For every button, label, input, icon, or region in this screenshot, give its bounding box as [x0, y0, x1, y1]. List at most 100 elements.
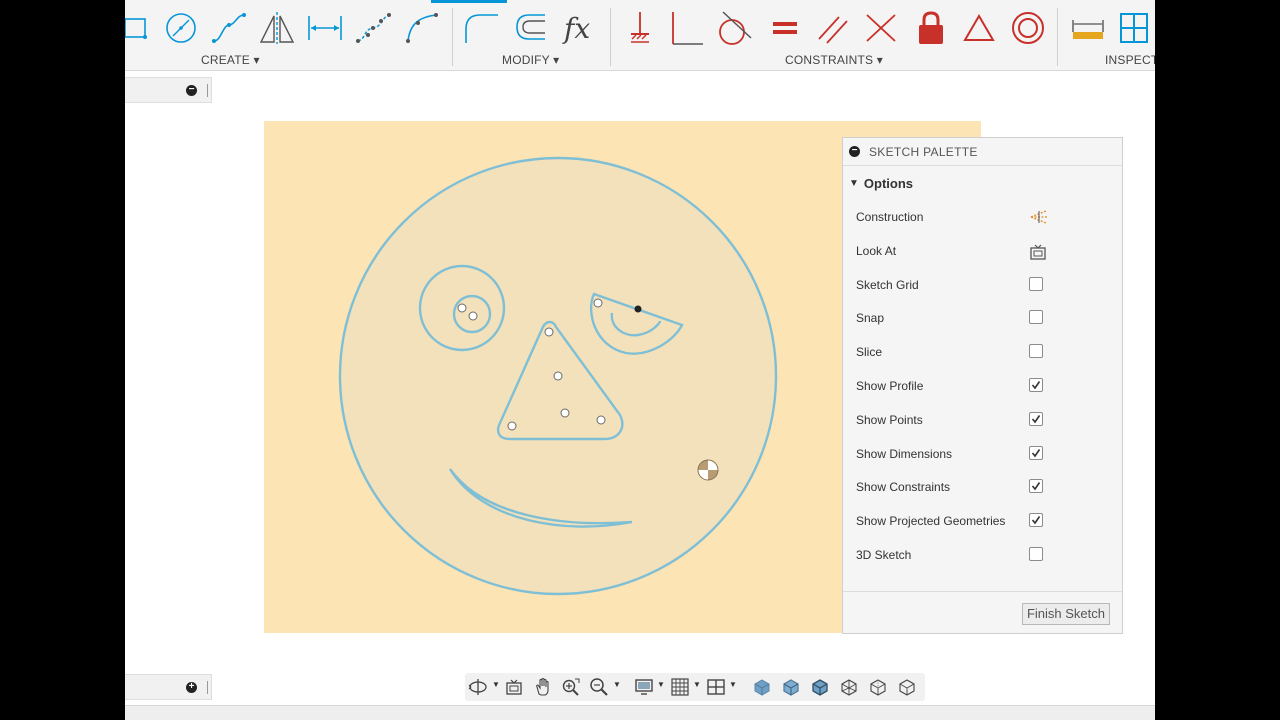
- dimension-icon[interactable]: [305, 8, 345, 48]
- option-look-at: Look At: [843, 234, 1122, 268]
- option-label: Look At: [856, 243, 897, 258]
- display-dropdown-caret[interactable]: ▼: [657, 680, 665, 689]
- lock-icon[interactable]: [911, 8, 951, 48]
- option-label: Show Dimensions: [856, 446, 953, 461]
- show-constraints-checkbox[interactable]: [1029, 479, 1043, 494]
- zoom-window-icon[interactable]: [560, 677, 582, 697]
- fx-parameters-icon[interactable]: fx: [561, 8, 601, 48]
- checkbox-box: [1029, 411, 1043, 426]
- conic-icon[interactable]: [401, 8, 441, 48]
- sketch-point: [596, 415, 606, 425]
- inspect-menu[interactable]: INSPECT: [1105, 53, 1155, 67]
- palette-header: − SKETCH PALETTE: [843, 138, 1122, 166]
- option-label: Show Profile: [856, 378, 924, 393]
- offset-icon[interactable]: [511, 8, 551, 48]
- look-at-nav-icon[interactable]: [503, 677, 525, 697]
- coincident-icon[interactable]: [861, 8, 901, 48]
- view-cube-2-icon[interactable]: [780, 677, 802, 697]
- constraints-menu[interactable]: CONSTRAINTS ▾: [785, 53, 883, 67]
- grid-settings-icon[interactable]: [669, 677, 691, 697]
- section-icon[interactable]: [1115, 8, 1155, 48]
- checkbox-box: [1029, 445, 1043, 460]
- point-spline-icon[interactable]: [353, 8, 393, 48]
- concentric-icon[interactable]: [1008, 8, 1048, 48]
- display-settings-icon[interactable]: [633, 677, 655, 697]
- toolbar-separator: [452, 8, 453, 66]
- active-tool-indicator: [431, 0, 507, 3]
- checkbox-box: [1029, 276, 1043, 291]
- spline-icon[interactable]: [209, 8, 249, 48]
- view-cube-5-icon[interactable]: [867, 677, 889, 697]
- view-cube-1-icon[interactable]: [751, 677, 773, 697]
- zoom-dropdown-caret[interactable]: ▼: [613, 680, 621, 689]
- fix-icon[interactable]: [620, 8, 660, 48]
- option-show-points: Show Points: [843, 403, 1122, 437]
- orbit-dropdown-caret[interactable]: ▼: [492, 680, 500, 689]
- palette-footer: Finish Sketch: [843, 591, 1122, 633]
- svg-text:fx: fx: [562, 12, 590, 45]
- option-construction: Construction: [843, 200, 1122, 234]
- create-menu[interactable]: CREATE ▾: [201, 53, 260, 67]
- sketch-point: [593, 298, 603, 308]
- look-at-icon[interactable]: [1029, 243, 1046, 260]
- toolbar-separator: [610, 8, 611, 66]
- view-cube-6-icon[interactable]: [896, 677, 918, 697]
- palette-minimize-button[interactable]: −: [849, 146, 860, 157]
- 3d-sketch-checkbox[interactable]: [1029, 546, 1043, 561]
- tangent-icon[interactable]: [715, 8, 755, 48]
- mirror-icon[interactable]: [257, 8, 297, 48]
- option-slice: Slice: [843, 335, 1122, 369]
- browser-resize-grip[interactable]: [207, 84, 208, 97]
- option-label: Show Projected Geometries: [856, 514, 1006, 529]
- orbit-icon[interactable]: [467, 677, 489, 697]
- viewports-icon[interactable]: [705, 677, 727, 697]
- checkbox-box: [1029, 479, 1043, 494]
- status-strip: [125, 705, 1155, 720]
- rectangle-icon[interactable]: [125, 8, 157, 48]
- view-cube-3-icon[interactable]: [809, 677, 831, 697]
- options-section-toggle[interactable]: ▼ Options: [843, 166, 1122, 200]
- option-show-constraints: Show Constraints: [843, 470, 1122, 504]
- checkbox-box: [1029, 546, 1043, 561]
- comments-resize-grip[interactable]: [207, 681, 208, 694]
- circle-icon[interactable]: [161, 8, 201, 48]
- sketch-point: [544, 327, 554, 337]
- palette-title: SKETCH PALETTE: [869, 144, 978, 159]
- sketch-grid-checkbox[interactable]: [1029, 276, 1043, 291]
- grid-dropdown-caret[interactable]: ▼: [693, 680, 701, 689]
- zoom-icon[interactable]: [588, 677, 610, 697]
- perpendicular-icon[interactable]: [667, 8, 707, 48]
- option-snap: Snap: [843, 301, 1122, 335]
- parallel-icon[interactable]: [813, 8, 853, 48]
- sketch-point: [553, 371, 563, 381]
- navigation-bar: ▼ ▼ ▼ ▼ ▼: [465, 673, 925, 701]
- measure-icon[interactable]: [1068, 8, 1108, 48]
- collapse-triangle-icon: ▼: [849, 177, 859, 189]
- pan-icon[interactable]: [532, 677, 554, 697]
- option-label: Show Constraints: [856, 480, 951, 495]
- slice-checkbox[interactable]: [1029, 344, 1043, 359]
- fillet-icon[interactable]: [461, 8, 501, 48]
- option-label: Sketch Grid: [856, 277, 919, 292]
- sketch-palette: − SKETCH PALETTE ▼ Options Construction …: [842, 137, 1123, 634]
- show-profile-checkbox[interactable]: [1029, 377, 1043, 392]
- sketch-point: [457, 303, 467, 313]
- construction-icon[interactable]: [1029, 209, 1047, 224]
- checkbox-box: [1029, 377, 1043, 392]
- show-projected-geometries-checkbox[interactable]: [1029, 513, 1043, 528]
- view-cube-4-icon[interactable]: [838, 677, 860, 697]
- snap-checkbox[interactable]: [1029, 310, 1043, 325]
- viewports-dropdown-caret[interactable]: ▼: [729, 680, 737, 689]
- triangle-icon[interactable]: [959, 8, 999, 48]
- option-3d-sketch: 3D Sketch: [843, 538, 1122, 572]
- comments-expand-button[interactable]: +: [186, 682, 197, 693]
- modify-menu[interactable]: MODIFY ▾: [502, 53, 559, 67]
- show-points-checkbox[interactable]: [1029, 411, 1043, 426]
- origin-icon: [697, 459, 719, 481]
- finish-sketch-button[interactable]: Finish Sketch: [1021, 603, 1110, 625]
- option-show-profile: Show Profile: [843, 369, 1122, 403]
- show-dimensions-checkbox[interactable]: [1029, 445, 1043, 460]
- browser-collapse-button[interactable]: −: [186, 85, 197, 96]
- equal-icon[interactable]: [765, 8, 805, 48]
- sketch-toolbar: CREATE ▾ fx MODIFY ▾ CONSTRAINTS ▾ INSPE…: [125, 0, 1155, 71]
